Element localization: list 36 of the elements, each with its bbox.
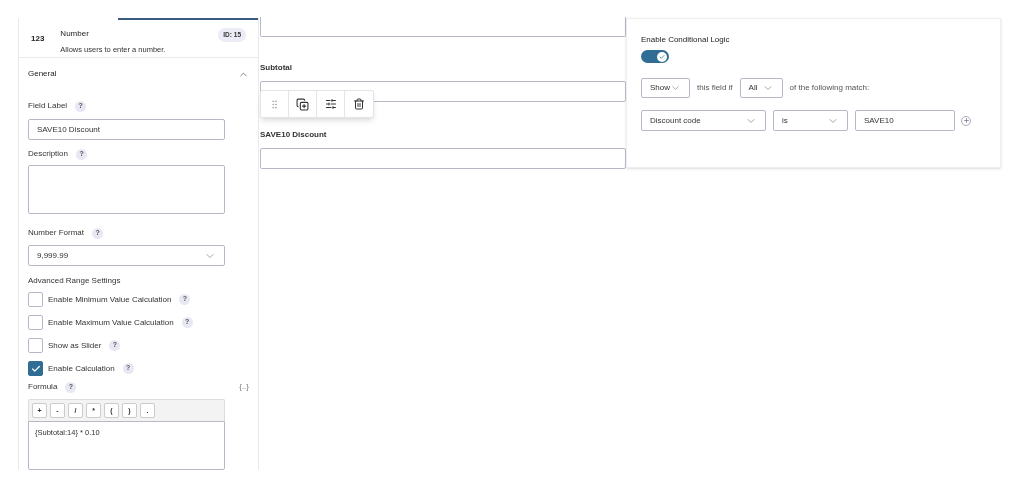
rule-operator-select[interactable]: is: [773, 110, 848, 131]
field-type-icon: 123: [31, 33, 45, 45]
action-select[interactable]: Show: [641, 78, 690, 98]
add-rule-button[interactable]: [961, 115, 971, 126]
merge-tag-button[interactable]: {..}: [239, 381, 249, 393]
form-field-label: SAVE10 Discount: [260, 129, 328, 141]
checkbox-label: Show as Slider: [48, 339, 102, 352]
rule-value-input[interactable]: SAVE10: [855, 110, 955, 131]
condition-text: of the following match:: [789, 82, 870, 94]
number-format-select[interactable]: 9,999.99: [28, 245, 225, 266]
form-field-input[interactable]: [260, 17, 626, 37]
field-label-input[interactable]: SAVE10 Discount: [28, 119, 225, 140]
description-textarea[interactable]: [28, 165, 225, 214]
checkbox[interactable]: [28, 315, 43, 330]
toggle-switch[interactable]: [641, 50, 669, 63]
rule-field-select[interactable]: Discount code: [641, 110, 766, 131]
form-field-input[interactable]: [260, 148, 626, 169]
field-type-title: Number: [60, 28, 90, 40]
field-label-label: Field Label: [28, 100, 68, 112]
section-header[interactable]: General: [19, 58, 258, 88]
conditional-logic-label: Enable Conditional Logic: [641, 34, 731, 46]
checkbox[interactable]: [28, 361, 43, 376]
check-icon: [659, 53, 665, 60]
match-select[interactable]: All: [739, 78, 783, 98]
number-format-label: Number Format: [28, 227, 84, 239]
advanced-range-title: Advanced Range Settings: [28, 275, 122, 287]
condition-text: this field if: [697, 82, 733, 94]
checkbox[interactable]: [28, 338, 43, 353]
checkbox-label: Enable Minimum Value Calculation: [48, 293, 172, 306]
checkbox[interactable]: [28, 292, 43, 307]
checkbox-label: Enable Calculation: [48, 362, 115, 375]
form-field-label: Subtotal: [260, 62, 293, 74]
check-icon: [30, 363, 41, 374]
checkbox-label: Enable Maximum Value Calculation: [48, 316, 174, 329]
formula-label: Formula: [28, 381, 58, 393]
description-label: Description: [28, 148, 68, 160]
